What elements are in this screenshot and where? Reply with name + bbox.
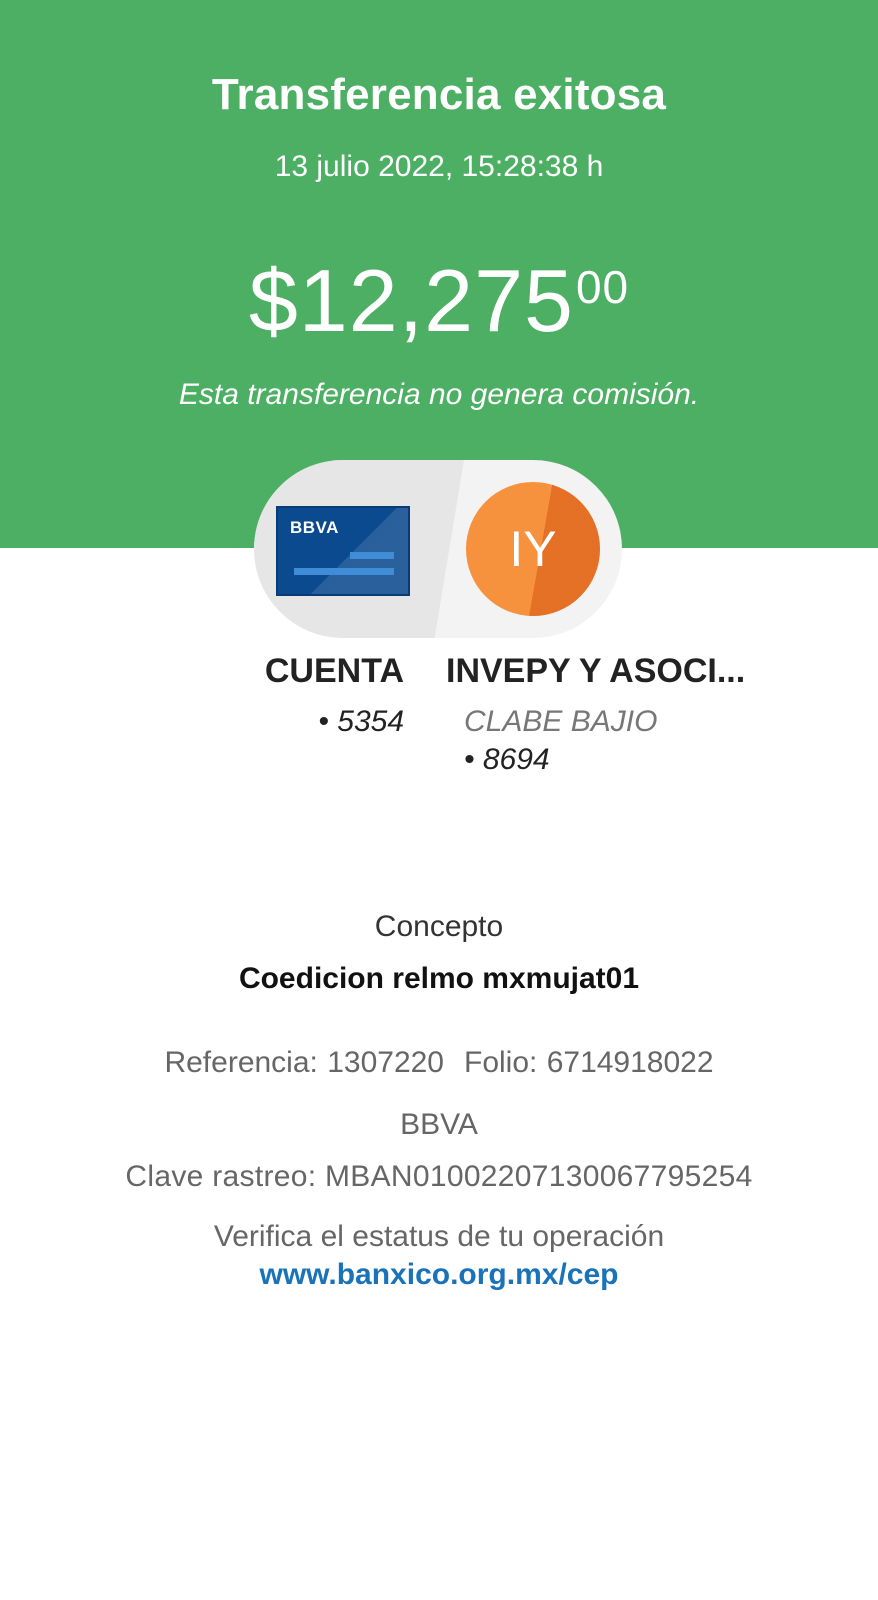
fee-note: Esta transferencia no genera comisión. — [178, 378, 700, 411]
bbva-logo: BBVA — [290, 518, 339, 537]
origin-account-number: • 5354 — [318, 705, 404, 738]
origin-account: CUENTA • 5354 — [254, 652, 404, 739]
tracking-key: Clave rastreo: MBAN01002207130067795254 — [125, 1160, 753, 1193]
recipient-initials: IY — [509, 521, 557, 577]
bank-name: BBVA — [400, 1108, 478, 1141]
transfer-amount: $12,27500 — [0, 250, 878, 352]
concept-value: Coedicion relmo mxmujat01 — [238, 962, 640, 995]
reference-folio-line: Referencia: 1307220 Folio: 6714918022 — [0, 1046, 878, 1080]
destination-account-number: • 8694 — [464, 743, 550, 776]
destination-account-type: CLABE BAJIO — [464, 705, 658, 738]
transfer-parties-pill: BBVA IY — [254, 460, 622, 638]
destination-account-name: INVEPY Y ASOCI... — [446, 652, 746, 690]
page-title: Transferencia exitosa — [211, 70, 667, 119]
destination-account: INVEPY Y ASOCI... CLABE BAJIO • 8694 — [446, 652, 866, 777]
amount-main: $12,275 — [248, 251, 574, 350]
recipient-avatar: IY — [466, 482, 600, 616]
concept-label: Concepto — [374, 910, 504, 943]
transfer-receipt: Transferencia exitosa 13 julio 2022, 15:… — [0, 0, 878, 1600]
bank-card-icon: BBVA — [276, 506, 410, 596]
banxico-cep-link[interactable]: www.banxico.org.mx/cep — [0, 1258, 878, 1292]
verify-text: Verifica el estatus de tu operación — [213, 1220, 665, 1253]
amount-cents: 00 — [575, 261, 630, 313]
transfer-datetime: 13 julio 2022, 15:28:38 h — [274, 150, 604, 183]
reference-number: Referencia: 1307220 — [164, 1046, 444, 1079]
origin-account-name: CUENTA — [264, 652, 404, 690]
folio-number: Folio: 6714918022 — [464, 1046, 714, 1079]
